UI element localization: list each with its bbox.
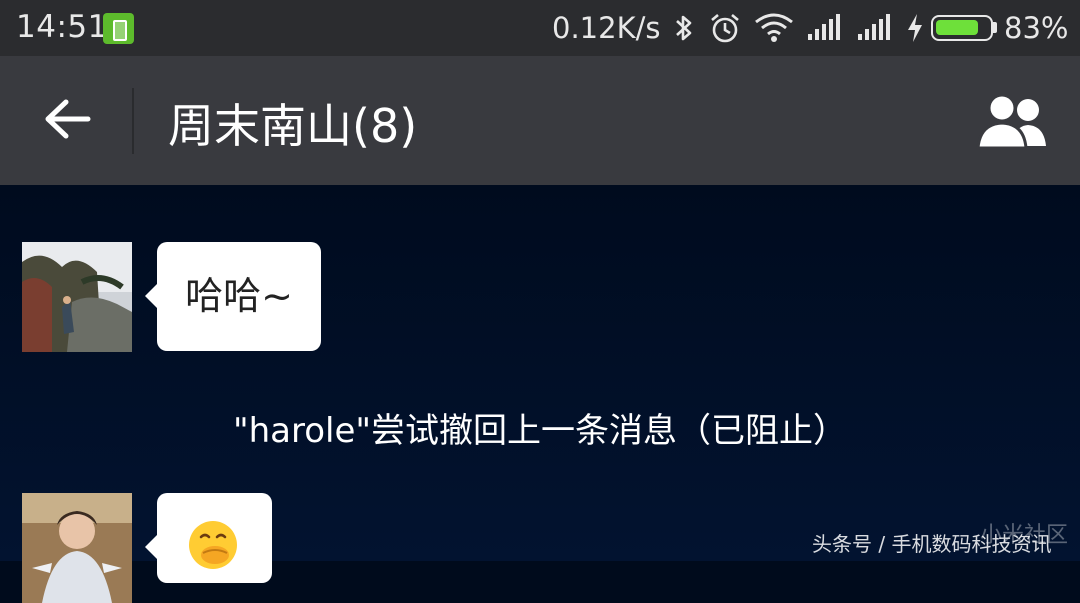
battery-percent: 83% bbox=[1004, 11, 1069, 45]
watermark: 头条号 / 手机数码科技资讯 bbox=[812, 532, 1052, 556]
back-button[interactable] bbox=[36, 86, 98, 152]
network-speed: 0.12K/s bbox=[552, 11, 661, 45]
arrow-left-icon bbox=[45, 99, 91, 139]
alarm-icon bbox=[711, 14, 739, 43]
header-divider bbox=[132, 88, 134, 154]
wifi-icon bbox=[755, 13, 793, 42]
avatar[interactable] bbox=[22, 242, 132, 352]
chat-title: 周末南山(8) bbox=[168, 99, 418, 153]
bluetooth-icon bbox=[676, 15, 692, 41]
avatar[interactable] bbox=[22, 493, 132, 603]
signal-icon bbox=[858, 14, 890, 40]
group-members-button[interactable] bbox=[972, 90, 1054, 152]
status-bar: 14:51 0.12K/s 83% bbox=[0, 0, 1080, 56]
emoji-smirk-icon bbox=[189, 521, 237, 569]
signal-icon bbox=[808, 14, 840, 40]
recall-blocked-notice: "harole"尝试撤回上一条消息（已阻止） bbox=[232, 411, 848, 451]
avatar-photo-outdoor bbox=[22, 242, 132, 352]
message-text: 哈哈~ bbox=[185, 274, 293, 318]
group-members-icon bbox=[976, 93, 1046, 150]
avatar-photo-girl bbox=[22, 493, 132, 603]
charging-icon bbox=[908, 14, 922, 42]
battery-level-fill bbox=[936, 20, 978, 35]
message-bubble[interactable]: 哈哈~ bbox=[145, 242, 321, 351]
battery-cap bbox=[993, 22, 997, 33]
battery-icon bbox=[931, 15, 993, 41]
battery-app-icon bbox=[103, 13, 134, 44]
chat-area: 哈哈~ "harole"尝试撤回上一条消息（已阻止） bbox=[0, 185, 1080, 603]
message-bubble[interactable] bbox=[145, 493, 272, 583]
clock: 14:51 bbox=[16, 9, 108, 45]
chat-header: 周末南山(8) bbox=[0, 56, 1080, 185]
